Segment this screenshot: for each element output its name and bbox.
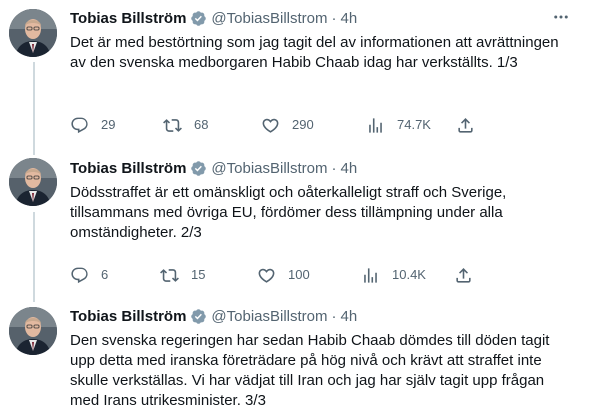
more-icon[interactable]	[550, 8, 572, 28]
verified-badge-icon	[190, 10, 207, 27]
retweet-icon	[163, 118, 182, 132]
tweet-header: Tobias Billström @TobiasBillstrom · 4h	[70, 8, 357, 28]
views-button[interactable]: 10.4K	[361, 265, 454, 285]
avatar[interactable]	[9, 158, 57, 206]
share-icon	[456, 267, 471, 283]
tweet-3[interactable]: Tobias Billström @TobiasBillstrom · 4h D…	[0, 300, 590, 419]
retweet-count: 15	[191, 267, 206, 282]
timestamp[interactable]: 4h	[341, 10, 358, 27]
like-icon	[258, 268, 275, 283]
like-count: 290	[292, 117, 314, 132]
display-name[interactable]: Tobias Billström	[70, 308, 186, 325]
verified-badge-icon	[190, 308, 207, 325]
tweet-1[interactable]: Tobias Billström @TobiasBillstrom · 4h D…	[0, 0, 590, 150]
display-name[interactable]: Tobias Billström	[70, 160, 186, 177]
views-icon	[369, 117, 382, 133]
handle[interactable]: @TobiasBillstrom	[211, 160, 327, 177]
tweet-header: Tobias Billström @TobiasBillstrom · 4h	[70, 158, 357, 178]
reply-button[interactable]: 6	[70, 265, 160, 285]
reply-count: 6	[101, 267, 109, 282]
separator-dot: ·	[331, 159, 337, 177]
separator-dot: ·	[331, 9, 337, 27]
retweet-button[interactable]: 15	[160, 265, 257, 285]
reply-icon	[71, 267, 88, 283]
display-name[interactable]: Tobias Billström	[70, 10, 186, 27]
tweet-2[interactable]: Tobias Billström @TobiasBillstrom · 4h D…	[0, 150, 590, 295]
avatar[interactable]	[9, 307, 57, 355]
avatar[interactable]	[9, 9, 57, 57]
verified-badge-icon	[190, 160, 207, 177]
retweet-count: 68	[194, 117, 209, 132]
handle[interactable]: @TobiasBillstrom	[211, 308, 327, 325]
handle[interactable]: @TobiasBillstrom	[211, 10, 327, 27]
like-icon	[262, 118, 279, 133]
like-button[interactable]: 100	[257, 265, 361, 285]
action-bar: 6 15 100 10.4K	[70, 265, 500, 285]
retweet-button[interactable]: 68	[163, 115, 261, 135]
views-count: 10.4K	[392, 267, 426, 282]
share-button[interactable]	[454, 266, 485, 285]
action-bar: 29 68 290 74.7K	[70, 115, 500, 135]
tweet-header: Tobias Billström @TobiasBillstrom · 4h	[70, 306, 357, 326]
timestamp[interactable]: 4h	[341, 160, 358, 177]
share-button[interactable]	[456, 116, 487, 135]
like-count: 100	[288, 267, 310, 282]
reply-button[interactable]: 29	[70, 115, 163, 135]
tweet-text: Det är med bestörtning som jag tagit del…	[70, 34, 559, 71]
timestamp[interactable]: 4h	[341, 308, 358, 325]
separator-dot: ·	[331, 307, 337, 325]
retweet-icon	[160, 268, 179, 282]
views-button[interactable]: 74.7K	[366, 115, 456, 135]
views-count: 74.7K	[397, 117, 431, 132]
reply-icon	[71, 117, 88, 133]
tweet-text: Den svenska regeringen har sedan Habib C…	[70, 332, 550, 409]
like-button[interactable]: 290	[261, 115, 366, 135]
reply-count: 29	[101, 117, 116, 132]
tweet-text: Dödsstraffet är ett omänskligt och oåter…	[70, 184, 507, 241]
share-icon	[458, 117, 473, 133]
views-icon	[364, 267, 377, 283]
